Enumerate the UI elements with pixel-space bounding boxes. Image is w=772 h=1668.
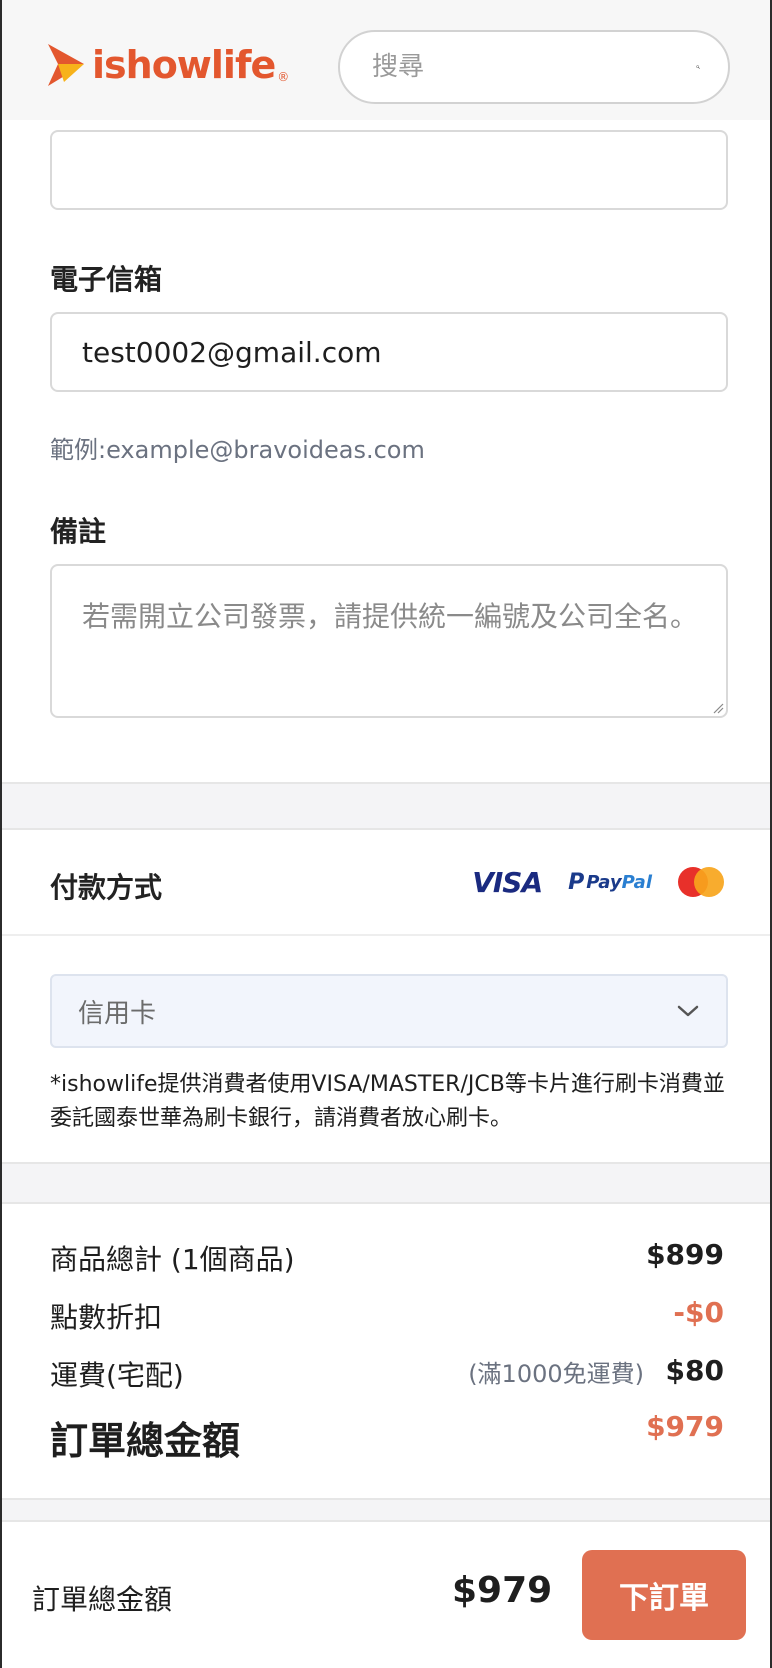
payment-title: 付款方式 (50, 871, 163, 904)
brand-logo[interactable]: ishowlife ® (46, 40, 289, 90)
email-label: 電子信箱 (50, 263, 163, 296)
chevron-down-icon (677, 1005, 699, 1017)
summary-row-total: 訂單總金額 $979 (50, 1410, 724, 1466)
order-total-label: 訂單總金額 (50, 1419, 241, 1463)
shipping-value: $80 (665, 1354, 724, 1387)
shipping-label: 運費(宅配) (50, 1359, 184, 1392)
subtotal-label: 商品總計 (1個商品) (50, 1243, 295, 1276)
search-icon[interactable] (696, 50, 700, 84)
registered-mark: ® (277, 70, 290, 84)
notes-label: 備註 (50, 515, 107, 548)
free-shipping-note: (滿1000免運費) (468, 1360, 644, 1388)
site-header: ishowlife ® (2, 0, 770, 120)
paypal-logo-icon: P Pay Pal (568, 869, 652, 895)
payment-note: *ishowlife提供消費者使用VISA/MASTER/JCB等卡片進行刷卡消… (50, 1072, 725, 1131)
search-input[interactable] (372, 52, 696, 82)
place-order-button[interactable]: 下訂單 (582, 1550, 746, 1640)
visa-logo-icon: VISA (472, 865, 543, 899)
points-discount-value: -$0 (673, 1296, 724, 1329)
summary-row-shipping: 運費(宅配) (滿1000免運費) $80 (50, 1354, 724, 1398)
summary-row-points: 點數折扣 -$0 (50, 1296, 724, 1340)
mastercard-logo-icon (678, 867, 724, 897)
email-field[interactable]: test0002@gmail.com (50, 312, 728, 392)
payment-method-section: 付款方式 VISA P Pay Pal 信用卡 *ishowlife提供消費者使用V… (2, 828, 770, 1164)
checkout-bar: 訂單總金額 $979 下訂單 (2, 1520, 770, 1668)
checkout-total-amount: $979 (452, 1570, 553, 1611)
payment-method-value: 信用卡 (78, 998, 157, 1029)
notes-textarea[interactable]: 若需開立公司發票，請提供統一編號及公司全名。 (50, 564, 728, 718)
resize-handle-icon[interactable] (712, 702, 724, 714)
brand-logo-text: ishowlife (92, 43, 276, 87)
subtotal-value: $899 (646, 1238, 724, 1271)
brand-logo-icon (48, 44, 84, 86)
order-summary: 商品總計 (1個商品) $899 點數折扣 -$0 運費(宅配) (滿1000免… (2, 1202, 770, 1500)
divider (2, 934, 770, 936)
order-total-value: $979 (646, 1410, 724, 1443)
payment-method-select[interactable]: 信用卡 (50, 974, 728, 1048)
checkout-total-label: 訂單總金額 (32, 1583, 173, 1616)
points-discount-label: 點數折扣 (50, 1301, 163, 1334)
payment-logos: VISA P Pay Pal (472, 860, 724, 904)
search-bar (338, 30, 730, 104)
email-value: test0002@gmail.com (82, 336, 382, 369)
contact-form: 電子信箱 test0002@gmail.com 範例:example@bravo… (2, 120, 770, 784)
notes-placeholder: 若需開立公司發票，請提供統一編號及公司全名。 (82, 600, 699, 633)
email-helper-text: 範例:example@bravoideas.com (50, 436, 425, 464)
summary-row-subtotal: 商品總計 (1個商品) $899 (50, 1238, 724, 1282)
previous-field-input[interactable] (50, 130, 728, 210)
